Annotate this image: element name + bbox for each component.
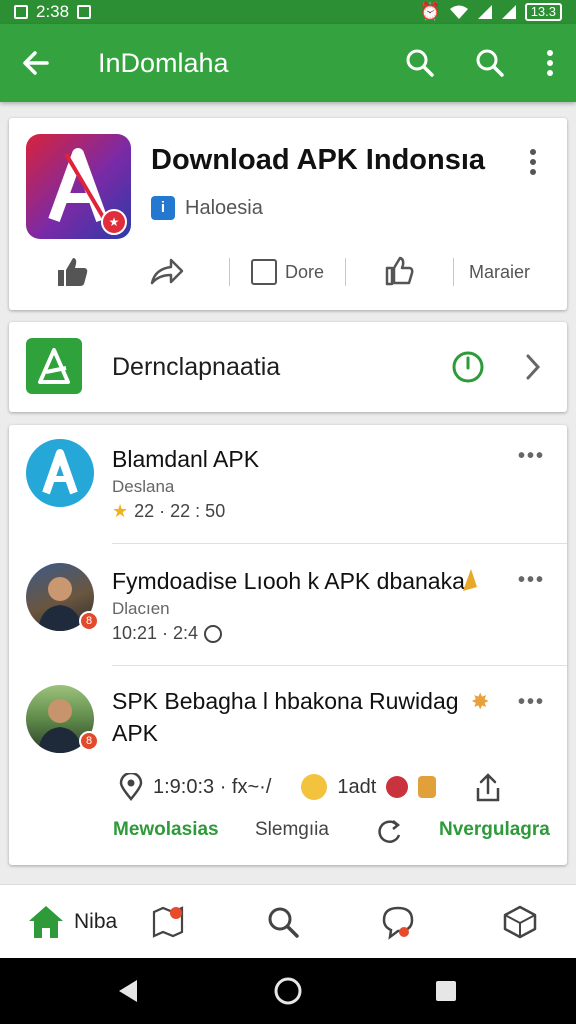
post-actions: Mewolasias Slemgıia Nvergulagra [9,819,567,849]
item-title: Fymdoadise Lıooh k APK dbanaka [112,568,465,594]
nav-home-label: Niba [74,910,118,933]
location-pin-icon [119,773,143,801]
feed-card: Blamdanl APK Deslana ★ 22 · 22 : 50 ••• … [9,425,567,865]
app-card-more-icon[interactable] [529,148,537,181]
tag-text: 1adt [337,775,377,798]
refresh-icon[interactable] [375,817,403,851]
list-item[interactable]: Blamdanl APK Deslana ★ 22 · 22 : 50 ••• [9,425,567,543]
bottom-navigation: Niba [0,884,576,958]
app-logo[interactable]: ★ [26,134,131,239]
app-developer[interactable]: i Haloesia [151,196,263,220]
item-meta: 10:21 · 2:4 [112,623,223,644]
chat-bubble-icon [382,906,414,940]
notification-icon [77,5,92,19]
list-item[interactable]: 8 Fymdoadise Lıooh k APK dbanaka Dlacıen… [9,545,567,665]
item-title: Blamdanl APK [112,446,260,472]
thumbs-icon [385,256,414,286]
nav-map[interactable] [150,885,186,959]
sparkle-icon: ✸ [471,689,490,714]
mewolasias-button[interactable]: Mewolasias [113,819,219,841]
alarm-icon: ⏰ [419,2,441,21]
item-meta: ★ 22 · 22 : 50 [112,501,225,522]
share-upload-icon[interactable] [475,773,501,808]
item-subtitle: Deslana [112,477,175,496]
search-icon [268,907,299,938]
app-bar-title: InDomlaha [98,47,229,78]
avatar-badge: 8 [79,731,99,751]
recents-square-icon[interactable] [416,958,476,1024]
dislike-button[interactable] [383,250,415,294]
app-subtitle: Haloesia [185,196,263,219]
battery-indicator: 13.3 [524,3,562,21]
checkbox-icon [251,259,277,285]
home-icon [29,906,63,938]
item-subtitle: Dlacıen [112,599,170,618]
wifi-icon [449,5,468,19]
search-icon-secondary[interactable] [470,43,510,83]
item-more-icon[interactable]: ••• [518,569,545,592]
share-button[interactable] [149,250,185,294]
app-badge: ★ [101,209,127,235]
item-more-icon[interactable]: ••• [518,691,545,714]
status-time: 2:38 [36,2,70,21]
map-icon [152,906,184,938]
cup-icon [418,776,437,798]
manage-button[interactable]: Maraier [469,250,530,294]
share-arrow-icon [150,258,184,285]
status-clock-icon[interactable] [451,350,485,389]
chevron-right-icon[interactable] [523,352,543,387]
back-arrow-icon[interactable] [16,43,56,83]
pencil-icon [459,567,481,598]
nav-home[interactable]: Niba [26,885,117,959]
link-row-label: Dernclapnaatia [112,353,281,381]
app-bar: InDomlaha [0,24,576,102]
status-bar: 2:38 ⏰ 13.3 [0,0,576,24]
back-triangle-icon[interactable] [98,958,158,1024]
signal-icon-2 [501,5,516,19]
thumbs-up-icon [58,258,88,286]
link-row-card[interactable]: Dernclapnaatia [9,322,567,412]
like-button[interactable] [55,250,89,294]
save-toggle[interactable]: Dore [251,250,324,294]
avatar-badge: 8 [79,611,99,631]
item-title: SPK Bebagha l hbakona Ruwidag APK [112,688,459,746]
item-meta-text: 10:21 · 2:4 [112,623,199,643]
nav-messages[interactable] [380,885,416,959]
play-store-icon [26,338,82,394]
system-navigation-bar [0,958,576,1024]
box-icon [503,905,537,939]
emoji-face-icon [301,774,328,800]
info-circle-icon [204,624,223,643]
nav-profile[interactable] [502,885,538,959]
home-circle-icon[interactable] [258,958,318,1024]
save-label: Dore [285,261,325,282]
search-icon[interactable] [400,43,440,83]
signal-icon [477,5,492,19]
app-action-row: Dore Maraier [9,250,567,294]
sim-icon [14,5,28,19]
location-text: 1:9:0:3 · fx~·/ [153,775,272,798]
item-meta-text: 22 · 22 : 50 [134,501,226,521]
star-icon: ★ [112,501,129,521]
nav-search[interactable] [266,885,300,959]
slemgiia-button[interactable]: Slemgıia [255,819,329,841]
manage-label: Maraier [469,261,531,282]
developer-badge-icon: i [151,196,175,220]
app-title: Download APK Indonsıa [151,144,486,176]
app-info-card: ★ Download APK Indonsıa i Haloesia Dore … [9,118,567,310]
overflow-menu-icon[interactable] [540,43,560,83]
item-more-icon[interactable]: ••• [518,445,545,468]
app-avatar [26,439,94,507]
flower-icon [386,776,409,798]
nvergulagra-button[interactable]: Nvergulagra [439,819,550,841]
